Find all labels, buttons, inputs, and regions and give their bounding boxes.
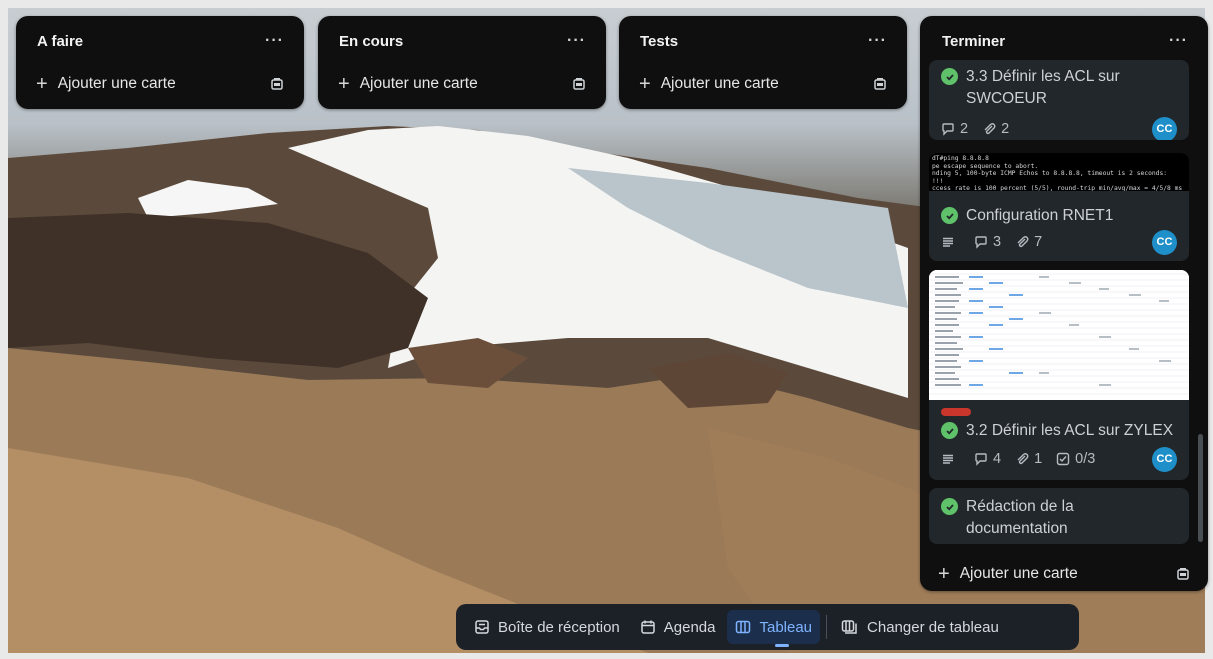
member-avatar[interactable]: CC: [1152, 229, 1177, 255]
attachments-count: 1: [1034, 451, 1043, 467]
plus-icon: +: [639, 73, 651, 95]
check-circle-icon[interactable]: [941, 498, 958, 515]
card-rnet1[interactable]: dT#ping 8.8.8.8 pe escape sequence to ab…: [929, 153, 1189, 261]
comment-icon: [942, 123, 954, 136]
nav-divider: [826, 615, 828, 639]
comments-count: 3: [993, 234, 1002, 250]
list-title[interactable]: A faire: [37, 33, 83, 50]
card-title: 3.3 Définir les ACL sur SWCOEUR: [966, 68, 1120, 107]
check-circle-icon[interactable]: [941, 68, 958, 85]
card-cover-spreadsheet: [929, 270, 1189, 400]
list-header[interactable]: Tests ···: [619, 16, 907, 66]
switch-board-icon: [841, 620, 857, 634]
more-options-icon[interactable]: ···: [265, 32, 284, 50]
comment-icon: [975, 453, 987, 466]
add-card-button[interactable]: + Ajouter une carte: [16, 66, 304, 102]
plus-icon: +: [36, 73, 48, 95]
list-en-cours: En cours ··· + Ajouter une carte: [318, 16, 606, 109]
card-template-icon[interactable]: [270, 77, 284, 91]
card-title-row: Rédaction de la documentation: [929, 488, 1189, 540]
card-template-icon[interactable]: [572, 77, 586, 91]
card-title-row: 3.2 Définir les ACL sur ZYLEX: [929, 420, 1189, 442]
add-card-button[interactable]: + Ajouter une carte: [318, 66, 606, 102]
paperclip-icon: [1017, 453, 1029, 465]
list-header[interactable]: Terminer ···: [920, 16, 1208, 66]
card-title: Rédaction de la documentation: [966, 498, 1074, 537]
add-card-label: Ajouter une carte: [959, 565, 1078, 582]
more-options-icon[interactable]: ···: [1169, 32, 1188, 50]
comment-icon: [975, 236, 987, 249]
add-card-label: Ajouter une carte: [57, 75, 176, 92]
attachments-badge: 7: [1015, 234, 1042, 250]
nav-board-label: Tableau: [759, 618, 813, 636]
list-a-faire: A faire ··· + Ajouter une carte: [16, 16, 304, 109]
description-icon: [943, 454, 953, 464]
checklist-badge: 0/3: [1056, 451, 1095, 467]
list-tests: Tests ··· + Ajouter une carte: [619, 16, 907, 109]
add-card-button[interactable]: + Ajouter une carte: [619, 66, 907, 102]
nav-inbox-label: Boîte de réception: [498, 618, 620, 636]
inbox-icon: [475, 620, 489, 634]
card-title-row: Configuration RNET1: [929, 191, 1189, 227]
checklist-count: 0/3: [1075, 451, 1096, 467]
check-circle-icon[interactable]: [941, 422, 958, 439]
add-card-label: Ajouter une carte: [359, 75, 478, 92]
attachments-badge: 2: [982, 121, 1009, 137]
nav-planner[interactable]: Agenda: [632, 610, 724, 644]
card-template-icon[interactable]: [873, 77, 887, 91]
description-badge: [941, 235, 960, 249]
card-badges: 2 2 CC: [929, 116, 1189, 140]
attachments-count: 7: [1034, 234, 1043, 250]
card-title: 3.2 Définir les ACL sur ZYLEX: [966, 422, 1174, 439]
nav-planner-label: Agenda: [663, 618, 716, 636]
scrollbar-thumb[interactable]: [1198, 434, 1203, 542]
card-swcoeur[interactable]: 3.3 Définir les ACL sur SWCOEUR 2 2 CC: [929, 60, 1189, 140]
add-card-button[interactable]: + Ajouter une carte: [920, 556, 1208, 592]
plus-icon: +: [938, 563, 950, 585]
list-terminer: Terminer ··· 3.3 Définir les ACL sur SWC…: [920, 16, 1208, 591]
card-title-row: 3.3 Définir les ACL sur SWCOEUR: [929, 60, 1189, 110]
spreadsheet-thumbnail: [929, 270, 1189, 400]
checklist-icon: [1056, 452, 1070, 466]
paperclip-icon: [1017, 236, 1029, 248]
nav-switch-board-label: Changer de tableau: [867, 618, 999, 636]
card-cover-console: dT#ping 8.8.8.8 pe escape sequence to ab…: [929, 153, 1189, 191]
comments-badge: 3: [974, 234, 1001, 250]
card-title: Configuration RNET1: [966, 207, 1114, 224]
member-avatar[interactable]: CC: [1152, 446, 1177, 472]
card-template-icon[interactable]: [1176, 567, 1190, 581]
attachments-badge: 1: [1015, 451, 1042, 467]
comments-count: 2: [960, 121, 969, 137]
bottom-nav: Boîte de réception Agenda Tableau Change…: [456, 604, 1079, 650]
list-header[interactable]: En cours ···: [318, 16, 606, 66]
member-avatar[interactable]: CC: [1152, 116, 1177, 140]
card-label-red[interactable]: [941, 408, 971, 416]
nav-inbox[interactable]: Boîte de réception: [466, 610, 628, 644]
card-documentation[interactable]: Rédaction de la documentation: [929, 488, 1189, 544]
card-zylex[interactable]: 3.2 Définir les ACL sur ZYLEX 4 1 0/3 CC: [929, 270, 1189, 480]
attachments-count: 2: [1001, 121, 1010, 137]
more-options-icon[interactable]: ···: [868, 32, 887, 50]
list-header[interactable]: A faire ···: [16, 16, 304, 66]
list-title[interactable]: Terminer: [942, 33, 1005, 50]
card-badges: 3 7 CC: [929, 229, 1189, 255]
more-options-icon[interactable]: ···: [567, 32, 586, 50]
description-icon: [943, 237, 953, 247]
nav-switch-board[interactable]: Changer de tableau: [833, 610, 1007, 644]
nav-board[interactable]: Tableau: [727, 610, 821, 647]
paperclip-icon: [984, 123, 996, 135]
list-title[interactable]: Tests: [640, 33, 678, 50]
comments-badge: 2: [941, 121, 968, 137]
add-card-label: Ajouter une carte: [660, 75, 779, 92]
plus-icon: +: [338, 73, 350, 95]
calendar-icon: [641, 620, 655, 634]
description-badge: [941, 452, 960, 466]
card-badges: 4 1 0/3 CC: [929, 446, 1189, 472]
board-icon: [736, 620, 751, 634]
check-circle-icon[interactable]: [941, 207, 958, 224]
comments-count: 4: [993, 451, 1002, 467]
list-title[interactable]: En cours: [339, 33, 403, 50]
comments-badge: 4: [974, 451, 1001, 467]
